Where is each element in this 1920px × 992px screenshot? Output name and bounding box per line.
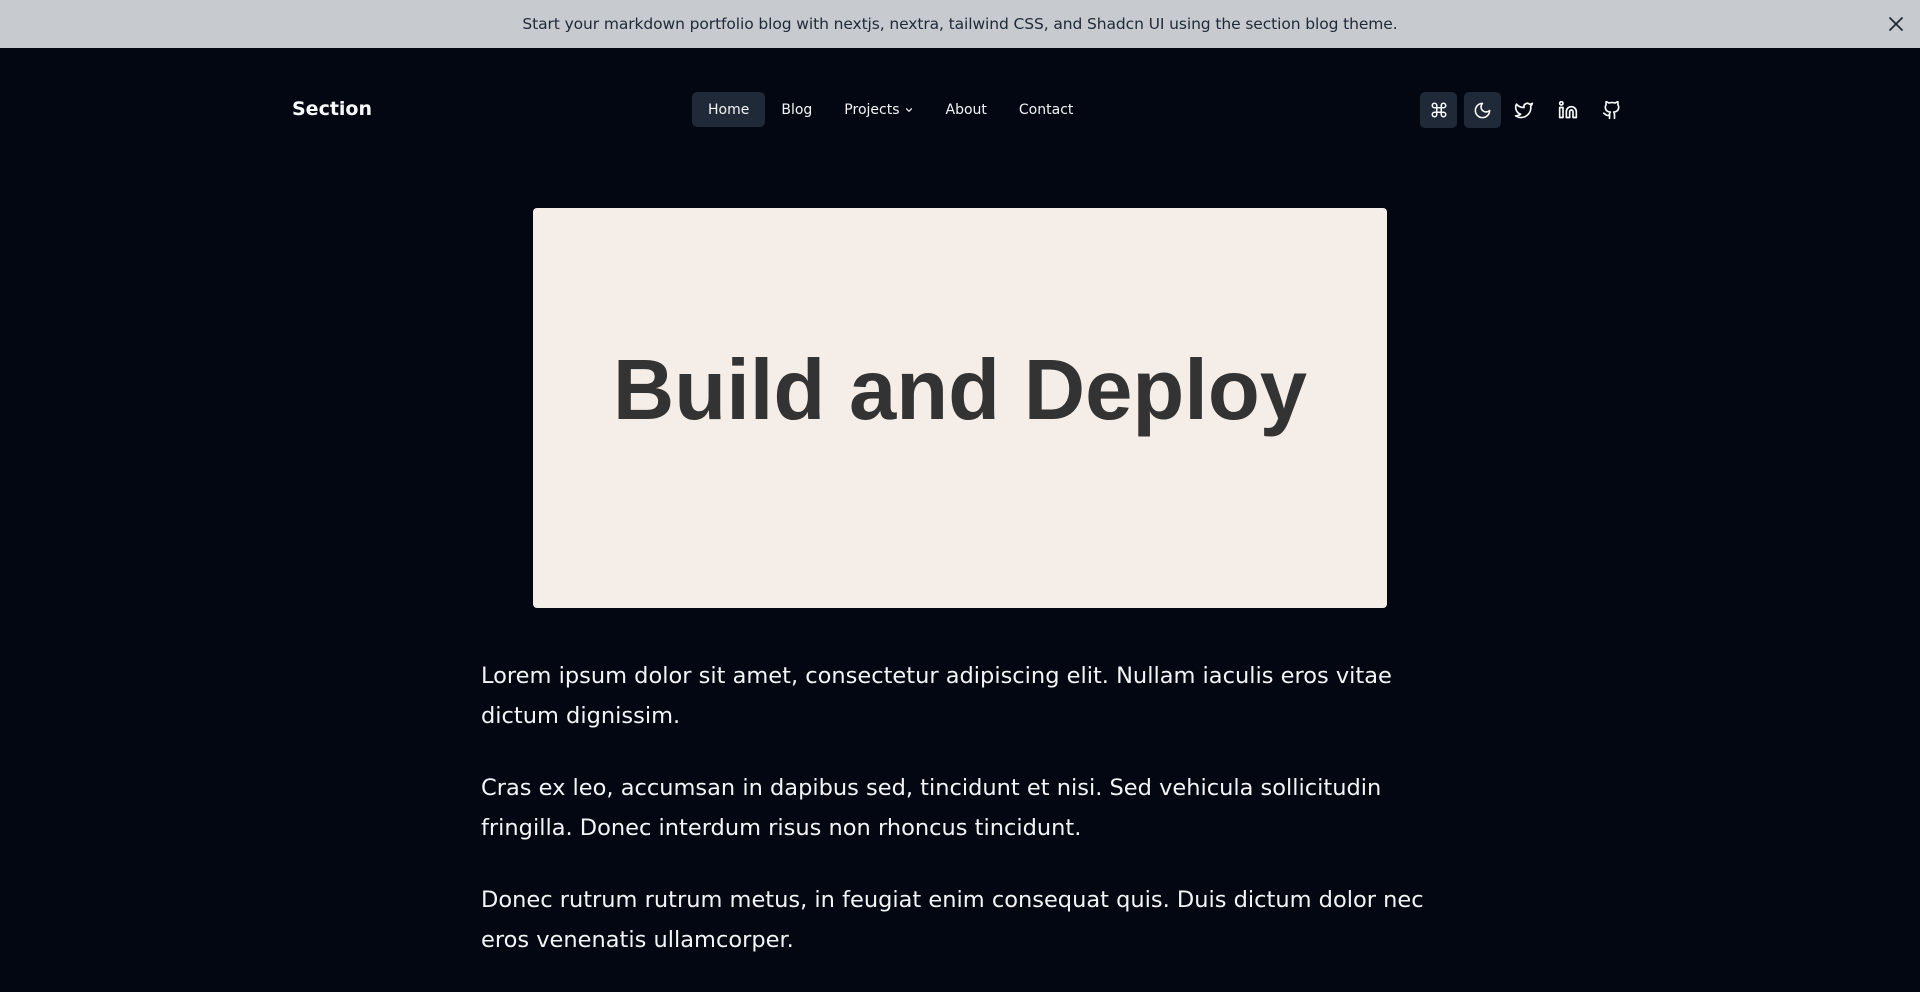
- close-icon: [1889, 17, 1903, 31]
- nav-item-contact[interactable]: Contact: [1003, 92, 1089, 127]
- site-logo[interactable]: Section: [292, 98, 372, 120]
- nav-item-label: Blog: [781, 101, 813, 118]
- nav-item-label: About: [945, 101, 987, 118]
- article-content: Lorem ipsum dolor sit amet, consectetur …: [481, 656, 1441, 992]
- twitter-icon: [1514, 102, 1533, 119]
- chevron-down-icon: [904, 105, 914, 115]
- command-menu-button[interactable]: [1420, 92, 1457, 128]
- main-nav: Home Blog Projects About Contact: [692, 92, 1089, 127]
- paragraph: Donec rutrum rutrum metus, in feugiat en…: [481, 887, 1424, 953]
- nav-item-label: Contact: [1018, 101, 1074, 118]
- paragraph: Cras ex leo, accumsan in dapibus sed, ti…: [481, 775, 1382, 841]
- linkedin-icon: [1558, 100, 1577, 119]
- paragraph: Lorem ipsum dolor sit amet, consectetur …: [481, 663, 1392, 729]
- theme-toggle-button[interactable]: [1464, 92, 1501, 128]
- command-icon: [1431, 102, 1446, 118]
- nav-item-home[interactable]: Home: [692, 92, 766, 127]
- banner-close-button[interactable]: [1884, 12, 1908, 36]
- moon-icon: [1474, 102, 1491, 118]
- github-icon: [1602, 100, 1620, 120]
- nav-item-label: Home: [708, 101, 750, 118]
- twitter-link[interactable]: [1508, 92, 1539, 128]
- nav-item-blog[interactable]: Blog: [765, 92, 828, 127]
- linkedin-link[interactable]: [1552, 92, 1583, 128]
- banner-text: Start your markdown portfolio blog with …: [522, 15, 1398, 33]
- github-link[interactable]: [1596, 92, 1627, 128]
- hero-title: Build and Deploy: [612, 343, 1308, 438]
- header-actions: [1420, 92, 1640, 128]
- announcement-banner: Start your markdown portfolio blog with …: [0, 0, 1920, 48]
- nav-item-label: Projects: [844, 101, 900, 118]
- nav-item-about[interactable]: About: [930, 92, 1003, 127]
- site-header: Section Home Blog Projects About Contact: [0, 48, 1920, 172]
- hero-image: Build and Deploy: [533, 208, 1387, 608]
- nav-item-projects[interactable]: Projects: [828, 92, 929, 127]
